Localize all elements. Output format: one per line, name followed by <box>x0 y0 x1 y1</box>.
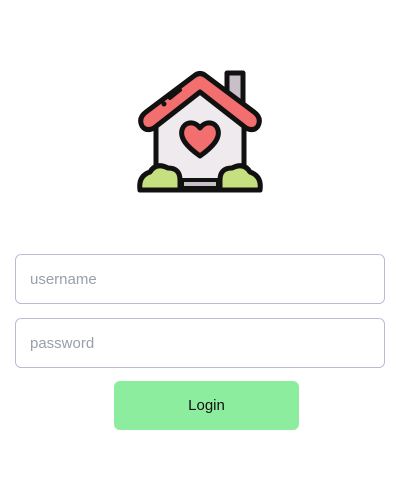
username-input[interactable] <box>15 254 385 304</box>
login-page: Login <box>0 0 400 496</box>
bush-right <box>217 163 263 193</box>
password-input[interactable] <box>15 318 385 368</box>
login-button[interactable]: Login <box>114 381 299 430</box>
house-heart-icon <box>137 70 263 193</box>
bush-left <box>137 163 183 193</box>
